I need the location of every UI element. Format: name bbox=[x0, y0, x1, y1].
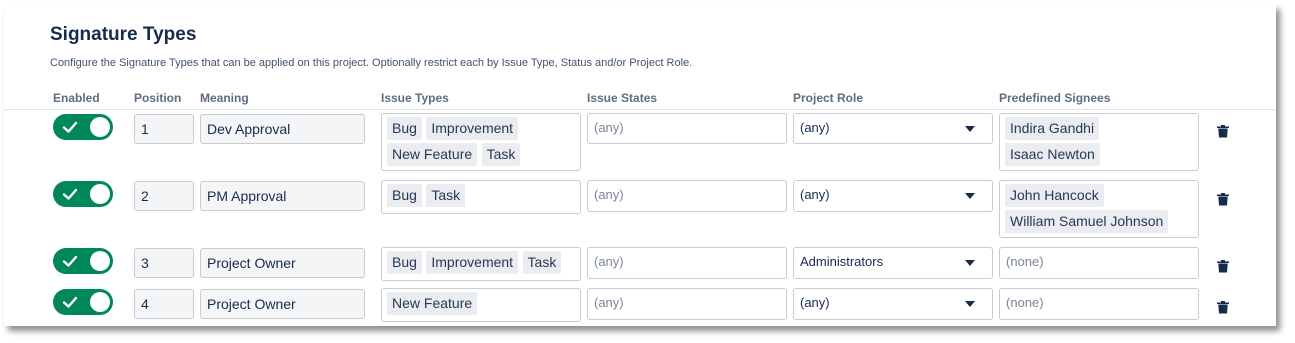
check-icon bbox=[62, 121, 78, 133]
signee-tag: William Samuel Johnson bbox=[1005, 210, 1169, 233]
project-role-value: (any) bbox=[800, 187, 830, 202]
issue-types-select[interactable]: New Feature bbox=[381, 288, 581, 322]
header-enabled: Enabled bbox=[53, 91, 100, 105]
chevron-down-icon bbox=[965, 301, 975, 307]
header-issue-states: Issue States bbox=[587, 91, 658, 105]
toggle-knob bbox=[90, 292, 110, 312]
signature-types-panel: Signature Types Configure the Signature … bbox=[4, 4, 1276, 326]
meaning-input[interactable]: Project Owner bbox=[200, 248, 365, 278]
signee-tag: Isaac Newton bbox=[1005, 143, 1100, 166]
header-divider bbox=[4, 109, 1276, 110]
issue-states-select[interactable]: (any) bbox=[587, 247, 787, 279]
position-input[interactable]: 3 bbox=[134, 248, 194, 278]
header-meaning: Meaning bbox=[200, 91, 249, 105]
project-role-select[interactable]: (any) bbox=[793, 180, 993, 212]
meaning-input[interactable]: Dev Approval bbox=[200, 114, 365, 144]
signees-select[interactable]: (none) bbox=[999, 247, 1199, 279]
toggle-knob bbox=[90, 251, 110, 271]
issue-types-select[interactable]: Bug Task bbox=[381, 180, 581, 214]
header-issue-types: Issue Types bbox=[381, 91, 449, 105]
position-input[interactable]: 2 bbox=[134, 181, 194, 211]
header-position: Position bbox=[134, 91, 182, 105]
header-predefined-signees: Predefined Signees bbox=[999, 91, 1111, 105]
trash-icon[interactable] bbox=[1216, 259, 1230, 273]
issue-states-select[interactable]: (any) bbox=[587, 113, 787, 144]
project-role-select[interactable]: (any) bbox=[793, 113, 993, 144]
trash-icon[interactable] bbox=[1216, 124, 1230, 138]
check-icon bbox=[62, 188, 78, 200]
issue-type-tag: Improvement bbox=[426, 117, 519, 140]
signees-select[interactable]: Indira Gandhi Isaac Newton bbox=[999, 113, 1199, 171]
project-role-value: (any) bbox=[800, 295, 830, 310]
chevron-down-icon bbox=[965, 260, 975, 266]
trash-icon[interactable] bbox=[1216, 300, 1230, 314]
issue-type-tag: New Feature bbox=[387, 292, 478, 315]
issue-type-tag: Task bbox=[522, 251, 562, 274]
signees-select[interactable]: John Hancock William Samuel Johnson bbox=[999, 180, 1199, 238]
position-input[interactable]: 4 bbox=[134, 289, 194, 319]
project-role-select[interactable]: (any) bbox=[793, 288, 993, 320]
issue-type-tag: Bug bbox=[387, 117, 422, 140]
issue-type-tag: Improvement bbox=[426, 251, 519, 274]
enabled-toggle[interactable] bbox=[53, 181, 113, 207]
issue-type-tag: Bug bbox=[387, 184, 422, 207]
page-title: Signature Types bbox=[50, 24, 197, 45]
enabled-toggle[interactable] bbox=[53, 289, 113, 315]
signee-tag: Indira Gandhi bbox=[1005, 117, 1100, 140]
enabled-toggle[interactable] bbox=[53, 114, 113, 140]
chevron-down-icon bbox=[965, 193, 975, 199]
issue-types-select[interactable]: Bug Improvement New Feature Task bbox=[381, 113, 581, 171]
project-role-value: (any) bbox=[800, 120, 830, 135]
signee-tag: John Hancock bbox=[1005, 184, 1104, 207]
page-description: Configure the Signature Types that can b… bbox=[50, 57, 693, 69]
header-project-role: Project Role bbox=[793, 91, 864, 105]
issue-type-tag: Task bbox=[426, 184, 466, 207]
position-input[interactable]: 1 bbox=[134, 114, 194, 144]
issue-types-select[interactable]: Bug Improvement Task bbox=[381, 247, 581, 281]
check-icon bbox=[62, 255, 78, 267]
issue-states-select[interactable]: (any) bbox=[587, 288, 787, 320]
toggle-knob bbox=[90, 184, 110, 204]
meaning-input[interactable]: PM Approval bbox=[200, 181, 365, 211]
project-role-value: Administrators bbox=[800, 254, 884, 269]
toggle-knob bbox=[90, 117, 110, 137]
check-icon bbox=[62, 296, 78, 308]
issue-states-select[interactable]: (any) bbox=[587, 180, 787, 212]
chevron-down-icon bbox=[965, 126, 975, 132]
issue-type-tag: New Feature bbox=[387, 143, 478, 166]
signees-select[interactable]: (none) bbox=[999, 288, 1199, 320]
meaning-input[interactable]: Project Owner bbox=[200, 289, 365, 319]
enabled-toggle[interactable] bbox=[53, 248, 113, 274]
project-role-select[interactable]: Administrators bbox=[793, 247, 993, 279]
trash-icon[interactable] bbox=[1216, 192, 1230, 206]
issue-type-tag: Task bbox=[481, 143, 521, 166]
issue-type-tag: Bug bbox=[387, 251, 422, 274]
